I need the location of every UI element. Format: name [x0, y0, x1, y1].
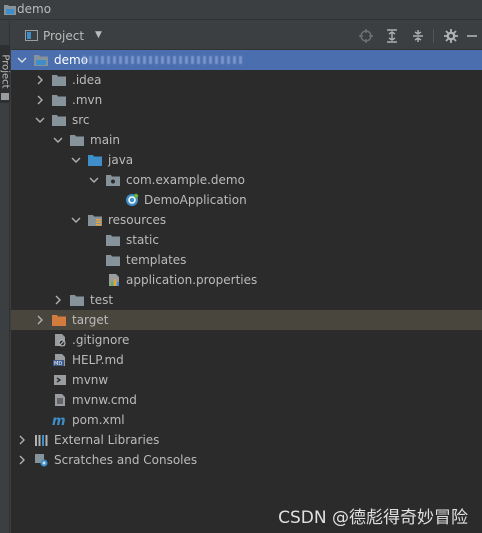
folder-icon	[106, 255, 120, 266]
toolbar-divider	[433, 29, 434, 43]
project-tree: demo .idea .mvn src main java com.exampl…	[11, 50, 482, 533]
chevron-down-icon[interactable]	[89, 175, 99, 185]
tree-label-pom-xml: pom.xml	[72, 413, 125, 427]
tree-label-static: static	[126, 233, 159, 247]
svg-text:MD: MD	[54, 361, 62, 367]
expand-all-icon[interactable]	[383, 27, 401, 45]
tree-label-help-md: HELP.md	[72, 353, 124, 367]
tree-label-demo-application: DemoApplication	[144, 193, 247, 207]
tree-label-resources: resources	[108, 213, 167, 227]
tree-row-demo[interactable]: demo	[11, 50, 482, 70]
package-icon	[106, 175, 120, 186]
collapse-all-icon[interactable]	[409, 27, 427, 45]
tree-row-templates[interactable]: templates	[11, 250, 482, 270]
hide-icon[interactable]	[463, 27, 481, 45]
watermark: CSDN @德彪得奇妙冒险	[278, 508, 468, 528]
chevron-down-icon[interactable]	[17, 55, 27, 65]
tree-row-external-libraries[interactable]: External Libraries	[11, 430, 482, 450]
svg-text:m: m	[52, 414, 66, 427]
chevron-right-icon[interactable]	[35, 75, 45, 85]
tree-row-idea[interactable]: .idea	[11, 70, 482, 90]
folder-icon	[106, 235, 120, 246]
folder-icon	[70, 135, 84, 146]
tree-row-test[interactable]: test	[11, 290, 482, 310]
folder-icon	[52, 75, 66, 86]
folder-icon	[70, 295, 84, 306]
shell-script-icon	[54, 375, 66, 385]
tree-row-src[interactable]: src	[11, 110, 482, 130]
tree-label-gitignore: .gitignore	[72, 333, 130, 347]
tree-label-target: target	[72, 313, 109, 327]
folder-icon	[52, 95, 66, 106]
chevron-right-icon[interactable]	[53, 295, 63, 305]
project-folder-icon	[4, 5, 16, 15]
window-title: demo	[17, 2, 52, 16]
tree-label-test: test	[90, 293, 114, 307]
view-selector[interactable]: Project	[43, 29, 84, 43]
text-file-icon	[55, 394, 65, 406]
chevron-down-icon[interactable]	[71, 155, 81, 165]
project-tab-icon	[1, 93, 9, 100]
resources-folder-icon	[88, 215, 102, 226]
scratches-icon	[35, 454, 48, 467]
tree-label-package: com.example.demo	[126, 173, 245, 187]
markdown-file-icon: MD	[53, 354, 65, 367]
chevron-right-icon[interactable]	[35, 95, 45, 105]
tree-row-demo-application[interactable]: DemoApplication	[11, 190, 482, 210]
source-folder-icon	[88, 155, 102, 166]
module-folder-icon	[34, 55, 48, 66]
chevron-down-icon[interactable]	[71, 215, 81, 225]
tree-row-target[interactable]: target	[11, 310, 482, 330]
title-bar: demo	[0, 0, 482, 20]
excluded-folder-icon	[52, 315, 66, 326]
tool-window-strip: Project	[0, 21, 11, 533]
properties-file-icon	[109, 274, 119, 286]
obscured-path	[83, 56, 243, 64]
tree-row-main[interactable]: main	[11, 130, 482, 150]
tree-label-mvn: .mvn	[72, 93, 103, 107]
project-toolbar: Project ▼	[11, 21, 482, 50]
folder-icon	[52, 115, 66, 126]
chevron-down-icon[interactable]	[35, 115, 45, 125]
tree-row-package[interactable]: com.example.demo	[11, 170, 482, 190]
project-view-icon	[25, 30, 38, 41]
tree-label-application-properties: application.properties	[126, 273, 258, 287]
tree-row-mvnw[interactable]: mvnw	[11, 370, 482, 390]
chevron-down-icon[interactable]: ▼	[95, 30, 102, 40]
tree-label-mvnw: mvnw	[72, 373, 109, 387]
project-tool-tab-label: Project	[0, 54, 11, 89]
chevron-down-icon[interactable]	[53, 135, 63, 145]
tree-row-mvnw-cmd[interactable]: mvnw.cmd	[11, 390, 482, 410]
tree-label-templates: templates	[126, 253, 187, 267]
spring-class-icon	[126, 193, 139, 206]
tree-row-static[interactable]: static	[11, 230, 482, 250]
tree-row-scratches[interactable]: Scratches and Consoles	[11, 450, 482, 470]
settings-icon[interactable]	[442, 27, 460, 45]
locate-icon[interactable]	[357, 27, 375, 45]
tree-label-mvnw-cmd: mvnw.cmd	[72, 393, 137, 407]
libraries-icon	[35, 435, 48, 446]
tree-row-help-md[interactable]: MD HELP.md	[11, 350, 482, 370]
maven-icon: m	[52, 414, 66, 427]
tree-row-application-properties[interactable]: application.properties	[11, 270, 482, 290]
tree-row-resources[interactable]: resources	[11, 210, 482, 230]
chevron-right-icon[interactable]	[35, 315, 45, 325]
tree-row-pom-xml[interactable]: m pom.xml	[11, 410, 482, 430]
tree-label-idea: .idea	[72, 73, 102, 87]
tree-label-src: src	[72, 113, 90, 127]
tree-label-main: main	[90, 133, 120, 147]
tree-row-mvn[interactable]: .mvn	[11, 90, 482, 110]
chevron-right-icon[interactable]	[17, 455, 27, 465]
tree-label-external-libraries: External Libraries	[54, 433, 160, 447]
tree-row-java[interactable]: java	[11, 150, 482, 170]
ignore-file-icon	[55, 334, 66, 347]
tree-label-scratches: Scratches and Consoles	[54, 453, 198, 467]
tree-row-gitignore[interactable]: .gitignore	[11, 330, 482, 350]
tree-label-java: java	[108, 153, 134, 167]
chevron-right-icon[interactable]	[17, 435, 27, 445]
